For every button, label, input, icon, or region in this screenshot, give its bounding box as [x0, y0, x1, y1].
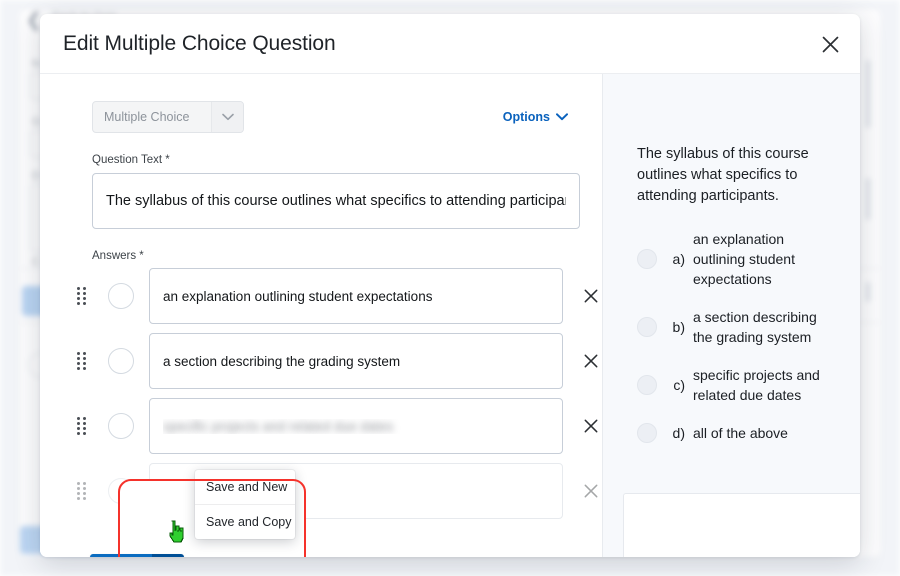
chevron-down-icon[interactable]: [152, 554, 184, 557]
preview-answers-list: a) an explanation outlining student expe…: [637, 229, 833, 443]
question-text-label: Question Text *: [92, 154, 170, 166]
answer-row: [74, 398, 602, 454]
preview-answer-letter: a): [672, 251, 685, 267]
answer-correct-radio[interactable]: [108, 413, 134, 439]
answers-label: Answers *: [92, 250, 144, 262]
save-button[interactable]: Save: [90, 554, 152, 557]
background-scroll-tick-3: [866, 282, 870, 302]
chevron-down-icon: [556, 113, 568, 121]
close-icon[interactable]: [580, 398, 602, 454]
preview-question-text: The syllabus of this course outlines wha…: [637, 146, 809, 204]
question-preview-pane: The syllabus of this course outlines wha…: [602, 74, 860, 557]
drag-handle-icon[interactable]: [74, 268, 88, 324]
answer-input[interactable]: [149, 333, 564, 389]
question-type-row: Multiple Choice Options: [40, 100, 602, 134]
question-type-value: Multiple Choice: [104, 110, 190, 124]
answer-correct-radio[interactable]: [108, 283, 134, 309]
preview-radio[interactable]: [637, 423, 657, 443]
background-label-c: C: [32, 256, 40, 268]
save-split-button-group: Save and New Save and Copy Save: [90, 470, 295, 557]
save-dropdown-menu: Save and New Save and Copy: [195, 470, 295, 539]
preview-answer: a) an explanation outlining student expe…: [637, 229, 833, 289]
preview-radio[interactable]: [637, 249, 657, 269]
answer-row: [74, 333, 602, 389]
preview-answer: d) all of the above: [637, 423, 833, 443]
question-type-select[interactable]: Multiple Choice: [92, 101, 244, 133]
modal-header: Edit Multiple Choice Question: [40, 14, 860, 74]
preview-footer-panel: [623, 493, 860, 557]
drag-handle-icon[interactable]: [74, 333, 88, 389]
edit-question-modal: Edit Multiple Choice Question Multiple C…: [40, 14, 860, 557]
drag-handle-icon[interactable]: [74, 463, 88, 519]
close-icon[interactable]: [580, 333, 602, 389]
preview-answer-text: an explanation outlining student expecta…: [693, 231, 795, 287]
background-label-name: N: [32, 58, 40, 70]
preview-answer: c) specific projects and related due dat…: [637, 365, 833, 405]
background-scroll-tick-2: [866, 178, 870, 220]
answer-row: [74, 268, 602, 324]
preview-answer-letter: c): [673, 377, 685, 393]
save-split-button: Save: [90, 554, 184, 557]
answer-input[interactable]: [149, 398, 564, 454]
close-icon[interactable]: [580, 268, 602, 324]
question-text-input[interactable]: [92, 173, 580, 229]
preview-answer-text: specific projects and related due dates: [693, 367, 820, 403]
preview-answer-text: all of the above: [693, 425, 788, 441]
preview-radio[interactable]: [637, 375, 657, 395]
preview-answer-letter: b): [672, 319, 685, 335]
answer-input[interactable]: [149, 268, 564, 324]
chevron-down-icon: [211, 102, 243, 132]
page-title: Edit Multiple Choice Question: [63, 31, 336, 55]
preview-answer: b) a section describing the grading syst…: [637, 307, 833, 347]
close-icon[interactable]: [814, 28, 846, 60]
preview-answer-letter: d): [672, 425, 685, 441]
preview-answer-text: a section describing the grading system: [693, 309, 817, 345]
menu-item-save-and-copy[interactable]: Save and Copy: [195, 504, 295, 539]
drag-handle-icon[interactable]: [74, 398, 88, 454]
close-icon[interactable]: [580, 463, 602, 519]
background-label-desc: D: [32, 170, 40, 182]
options-link-label: Options: [502, 110, 550, 124]
modal-body: Multiple Choice Options Question Text * …: [40, 74, 860, 557]
answer-correct-radio[interactable]: [108, 348, 134, 374]
options-link[interactable]: Options: [503, 110, 578, 124]
preview-radio[interactable]: [637, 317, 657, 337]
menu-item-save-and-new[interactable]: Save and New: [195, 470, 295, 504]
background-scroll-tick-1: [866, 60, 870, 128]
